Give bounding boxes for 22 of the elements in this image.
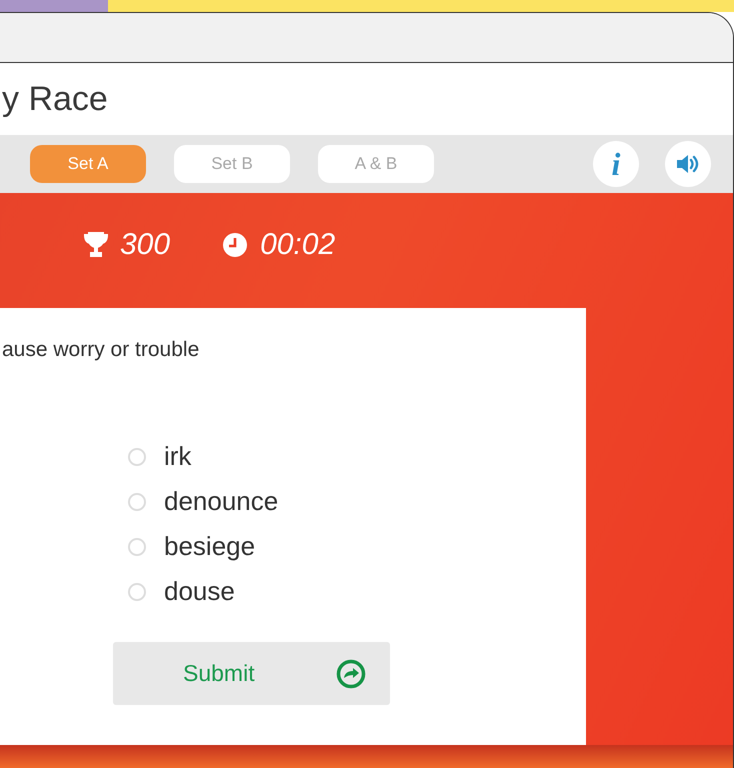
speaker-icon [675,153,701,175]
set-tab[interactable]: Set A [30,145,146,183]
sound-button[interactable] [665,141,711,187]
radio-button[interactable] [128,582,146,600]
submit-button[interactable]: Submit [113,642,390,705]
option-label: besiege [164,531,256,562]
option-label: douse [164,576,235,607]
radio-button[interactable] [128,538,146,556]
clock-icon [222,232,248,258]
question-text: ause worry or trouble [2,338,200,362]
option-label: denounce [164,486,278,517]
app-title: y Race [2,80,108,118]
arrow-circle-icon [336,658,366,688]
trophy-icon [84,232,108,258]
info-button[interactable]: i [593,141,639,187]
radio-button[interactable] [128,448,146,466]
radio-button[interactable] [128,492,146,510]
set-tab[interactable]: A & B [318,145,434,183]
set-tab[interactable]: Set B [174,145,290,183]
option-label: irk [164,441,192,472]
timer-value: 00:02 [260,228,336,262]
score-value: 300 [120,228,170,262]
